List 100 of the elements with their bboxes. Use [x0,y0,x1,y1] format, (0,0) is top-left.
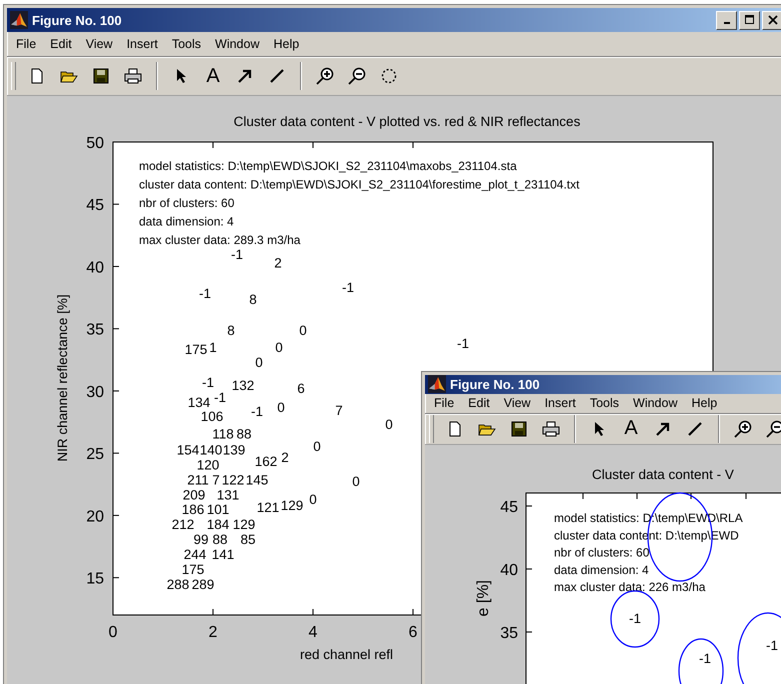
cluster-label: -1 [342,280,354,295]
cluster-ellipse [610,590,660,648]
cluster-label: 106 [200,408,224,424]
maximize-button[interactable] [739,10,760,30]
cluster-label: 118 [212,426,234,442]
cluster-label: 175 [182,562,204,577]
window-title: Figure No. 100 [450,376,541,392]
text-tool-button[interactable]: A [618,416,644,442]
cluster-label: -1 [199,286,211,301]
cluster-label: 145 [246,472,268,488]
cluster-label: 120 [196,457,220,472]
cluster-label: 134 [188,394,210,410]
info-line: nbr of clusters: 60 [139,196,234,210]
blank-page-icon [447,420,463,437]
y-tick-label: 20 [86,508,104,526]
cluster-label: 129 [280,498,304,513]
cluster-label: 175 [184,342,208,357]
zoom-in-icon [734,420,752,438]
cluster-label: 162 [254,454,278,469]
menu-item[interactable]: Tools [164,37,208,51]
menu-item[interactable]: Insert [120,37,165,51]
close-icon [768,15,778,25]
app-logo-icon [10,11,28,29]
printer-icon [124,68,142,84]
menu-item[interactable]: File [9,37,44,51]
info-line: nbr of clusters: 60 [554,546,650,560]
menu-item[interactable]: File [427,396,462,410]
close-button[interactable] [762,10,781,30]
line-icon [687,420,703,437]
cluster-label: -1 [251,404,263,419]
cluster-label: 2 [281,450,289,465]
y-tick-label: 35 [86,322,104,339]
info-line: data dimension: 4 [139,214,234,228]
cluster-label: 8 [249,292,257,307]
menu-item[interactable]: Edit [461,396,497,410]
cluster-label: 0 [385,416,393,432]
menu-item[interactable]: Help [684,396,724,410]
cluster-label: 139 [222,442,246,458]
cluster-label: 209 [182,487,206,502]
cluster-label: -1 [766,638,778,654]
cluster-label: 0 [255,354,263,370]
rotate-icon [380,67,398,85]
cluster-label: 0 [275,340,283,355]
line-icon [269,68,285,84]
cluster-label: 184 [206,517,230,532]
cluster-label: 1 [209,340,217,355]
text-tool-button[interactable]: A [200,63,226,89]
window-title: Figure No. 100 [32,12,123,28]
cluster-label: -1 [457,336,469,351]
x-tick-label: 2 [208,624,218,641]
cluster-label: 8 [227,322,235,338]
cluster-label: 85 [240,532,256,548]
chart-title: Cluster data content - V [592,467,734,482]
y-axis-label: e [%] [475,580,492,616]
cluster-label: 88 [212,532,228,548]
cluster-label: 7 [335,403,343,418]
info-line: max cluster data: 289.3 m3/ha [139,233,300,247]
cluster-label: 211 [187,472,209,488]
zoom-out-icon [348,67,366,85]
y-tick-label: 45 [500,499,518,516]
cluster-label: -1 [629,611,641,626]
cluster-label: 140 [200,442,222,458]
cluster-label: 129 [232,517,256,532]
menu-item[interactable]: Insert [538,396,583,410]
printer-icon [542,420,560,437]
app-logo-icon [428,375,446,394]
y-tick-label: 40 [86,259,104,276]
cluster-label: 0 [277,400,285,415]
zoom-out-icon [766,420,781,438]
menu-item[interactable]: Tools [582,396,626,410]
menu-item[interactable]: View [496,396,538,410]
cluster-label: 288 [166,576,190,592]
y-tick-label: 40 [500,562,518,580]
menu-item[interactable]: Help [266,37,306,51]
cluster-label: 0 [352,474,360,489]
menu-item[interactable]: Window [626,396,684,410]
cluster-label: 121 [256,500,280,515]
cluster-label: 132 [232,378,254,393]
minimize-button[interactable] [716,10,737,30]
info-line: max cluster data: 226 m3/ha [554,580,706,594]
cluster-label: 289 [192,576,214,592]
y-tick-label: 30 [86,384,104,401]
pointer-icon [593,420,605,437]
cluster-label: 122 [222,472,244,488]
cluster-label: 0 [299,322,307,338]
chart-title: Cluster data content - V plotted vs. red & NIR reflectances [234,114,580,129]
cluster-label: 101 [206,502,230,518]
cluster-label: 6 [297,380,305,396]
menu-item[interactable]: View [78,37,120,51]
cluster-label: 212 [172,517,194,532]
cluster-label: 7 [212,472,220,488]
arrow-icon [655,420,671,437]
cluster-label: 154 [176,442,200,458]
y-tick-label: 15 [86,570,104,588]
menu-item[interactable]: Window [208,37,266,51]
cluster-label: 186 [182,502,204,518]
menu-item[interactable]: Edit [43,37,79,51]
y-axis-label: NIR channel reflectance [%] [55,294,70,462]
cluster-label: 0 [309,492,317,507]
x-tick-label: 4 [308,624,318,641]
